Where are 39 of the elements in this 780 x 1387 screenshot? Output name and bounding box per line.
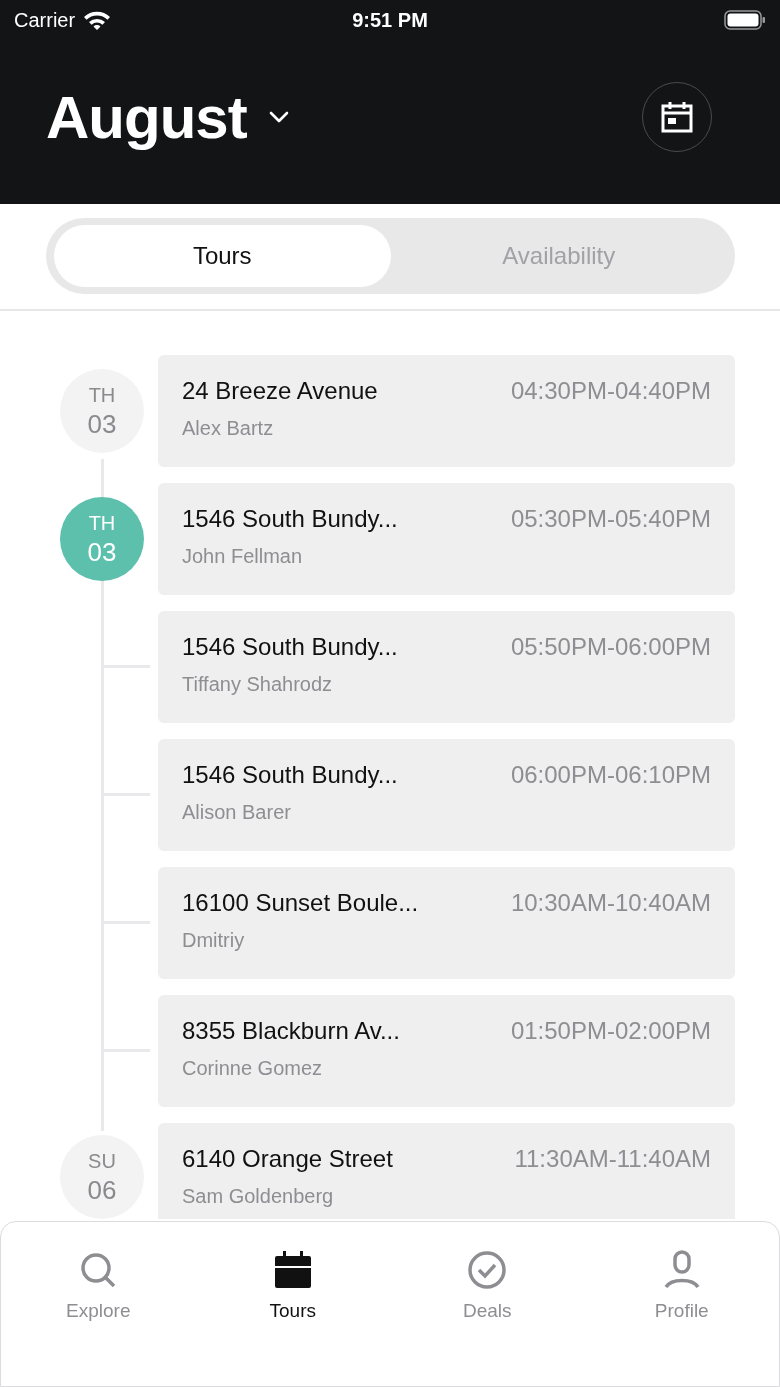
tour-person: Alison Barer: [182, 801, 292, 824]
wifi-icon: [83, 10, 112, 30]
tour-time: 05:50PM-06:00PM: [510, 633, 711, 661]
tour-address: 1546 South Bundy...: [182, 633, 398, 661]
tour-card[interactable]: 24 Breeze Avenue 04:30PM-04:40PM Alex Bartz: [158, 355, 735, 467]
tour-time: 05:30PM-05:40PM: [510, 505, 711, 533]
tour-time: 04:30PM-04:40PM: [510, 377, 711, 405]
tour-time: 11:30AM-11:40AM: [514, 1145, 711, 1173]
tour-card[interactable]: 8355 Blackburn Av... 01:50PM-02:00PM Corinne Gomez: [158, 995, 735, 1107]
carrier-name: Carrier: [14, 8, 76, 32]
tour-person: Dmitriy: [182, 929, 246, 952]
tour-address: 16100 Sunset Boule...: [182, 889, 419, 917]
status-time: 9:51 PM: [352, 8, 428, 32]
calendar-icon: [660, 100, 694, 134]
segment-tab[interactable]: Tours: [54, 225, 391, 287]
tour-address: 6140 Orange Street: [182, 1145, 393, 1173]
tour-card[interactable]: 1546 South Bundy... 05:50PM-06:00PM Tiffany Shahrodz: [158, 611, 735, 723]
tour-card[interactable]: 1546 South Bundy... 06:00PM-06:10PM Alison Barer: [158, 739, 735, 851]
calendar-icon: [272, 1250, 313, 1290]
tour-address: 8355 Blackburn Av...: [182, 1017, 400, 1045]
tour-card[interactable]: 6140 Orange Street 11:30AM-11:40AM Sam Goldenberg: [158, 1123, 735, 1219]
chevron-down-icon[interactable]: [268, 111, 289, 123]
month-title[interactable]: August: [46, 82, 247, 152]
tour-address: 1546 South Bundy...: [182, 761, 398, 789]
tour-person: John Fellman: [182, 545, 304, 568]
tour-address: 24 Breeze Avenue: [182, 377, 378, 405]
tour-time: 01:50PM-02:00PM: [510, 1017, 711, 1045]
tour-person: Sam Goldenberg: [182, 1185, 335, 1208]
tour-address: 1546 South Bundy...: [182, 505, 398, 533]
tour-card[interactable]: 1546 South Bundy... 05:30PM-05:40PM John Fellman: [158, 483, 735, 595]
tour-person: Alex Bartz: [182, 417, 275, 440]
tour-card[interactable]: 16100 Sunset Boule... 10:30AM-10:40AM Dmitriy: [158, 867, 735, 979]
tour-person: Tiffany Shahrodz: [182, 673, 334, 696]
tour-person: Corinne Gomez: [182, 1057, 324, 1080]
check-circle-icon: [467, 1250, 508, 1290]
tab-bar-item[interactable]: Tours: [195, 1250, 390, 1322]
tour-time: 10:30AM-10:40AM: [510, 889, 711, 917]
battery-icon: [724, 10, 766, 30]
tour-time: 06:00PM-06:10PM: [510, 761, 711, 789]
